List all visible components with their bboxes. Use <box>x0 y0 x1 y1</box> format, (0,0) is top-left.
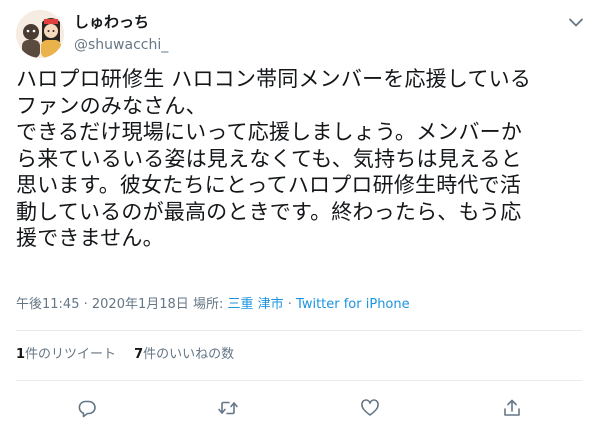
tweet-date[interactable]: 2020年1月18日 <box>92 297 189 312</box>
retweets-count: 1 <box>16 347 26 362</box>
tweet-metadata: 午後11:45 · 2020年1月18日 場所: 三重 津市 · Twitter… <box>16 296 410 314</box>
meta-separator: · <box>287 297 292 312</box>
reply-button[interactable] <box>73 394 101 422</box>
tweet-time[interactable]: 午後11:45 <box>16 297 79 312</box>
heart-icon <box>361 399 379 416</box>
avatar[interactable] <box>16 10 64 58</box>
tweet-line: 思います。彼女たちにとってハロプロ研修生時代で活 <box>16 173 522 197</box>
likes-stat[interactable]: 7件のいいねの数 <box>134 347 234 362</box>
tweet-line: できるだけ現場にいって応援しましょう。メンバーか <box>16 120 523 144</box>
tweet-menu-button[interactable] <box>568 14 584 30</box>
divider <box>16 330 582 331</box>
user-info: しゅわっち @shuwacchi_ <box>74 12 168 55</box>
share-icon <box>504 399 520 416</box>
tweet-line: 援できません。 <box>16 226 164 250</box>
tweet-line: 動しているのが最高のときです。終わったら、もう応 <box>16 199 522 224</box>
location-label: 場所: <box>192 297 224 312</box>
divider <box>16 380 582 381</box>
meta-separator: · <box>83 297 88 312</box>
source-link[interactable]: Twitter for iPhone <box>296 297 410 312</box>
likes-label: 件のいいねの数 <box>143 347 235 362</box>
share-button[interactable] <box>498 394 526 422</box>
chevron-down-icon <box>569 18 583 26</box>
tweet-line: ら来ているいる姿は見えなくても、気持ちは見えると <box>16 146 522 171</box>
retweets-label: 件のリツイート <box>25 347 117 362</box>
tweet-line: ファンのみなさん、 <box>16 93 207 118</box>
tweet-text: ハロプロ研修生 ハロコン帯同メンバーを応援している ファンのみなさん、 できるだ… <box>16 66 588 252</box>
retweet-icon <box>218 401 238 415</box>
action-bar <box>0 394 598 422</box>
like-button[interactable] <box>356 394 384 422</box>
avatar-illustration-icon <box>16 10 64 58</box>
retweet-button[interactable] <box>214 394 242 422</box>
tweet-line: ハロプロ研修生 ハロコン帯同メンバーを応援している <box>16 67 532 91</box>
retweets-stat[interactable]: 1件のリツイート <box>16 347 116 362</box>
display-name[interactable]: しゅわっち <box>74 12 168 32</box>
location-link[interactable]: 三重 津市 <box>227 297 283 312</box>
user-handle[interactable]: @shuwacchi_ <box>74 35 168 55</box>
tweet-card: しゅわっち @shuwacchi_ ハロプロ研修生 ハロコン帯同メンバーを応援し… <box>0 0 598 430</box>
reply-icon <box>78 400 96 418</box>
likes-count: 7 <box>134 347 144 362</box>
tweet-stats: 1件のリツイート 7件のいいねの数 <box>16 346 234 364</box>
